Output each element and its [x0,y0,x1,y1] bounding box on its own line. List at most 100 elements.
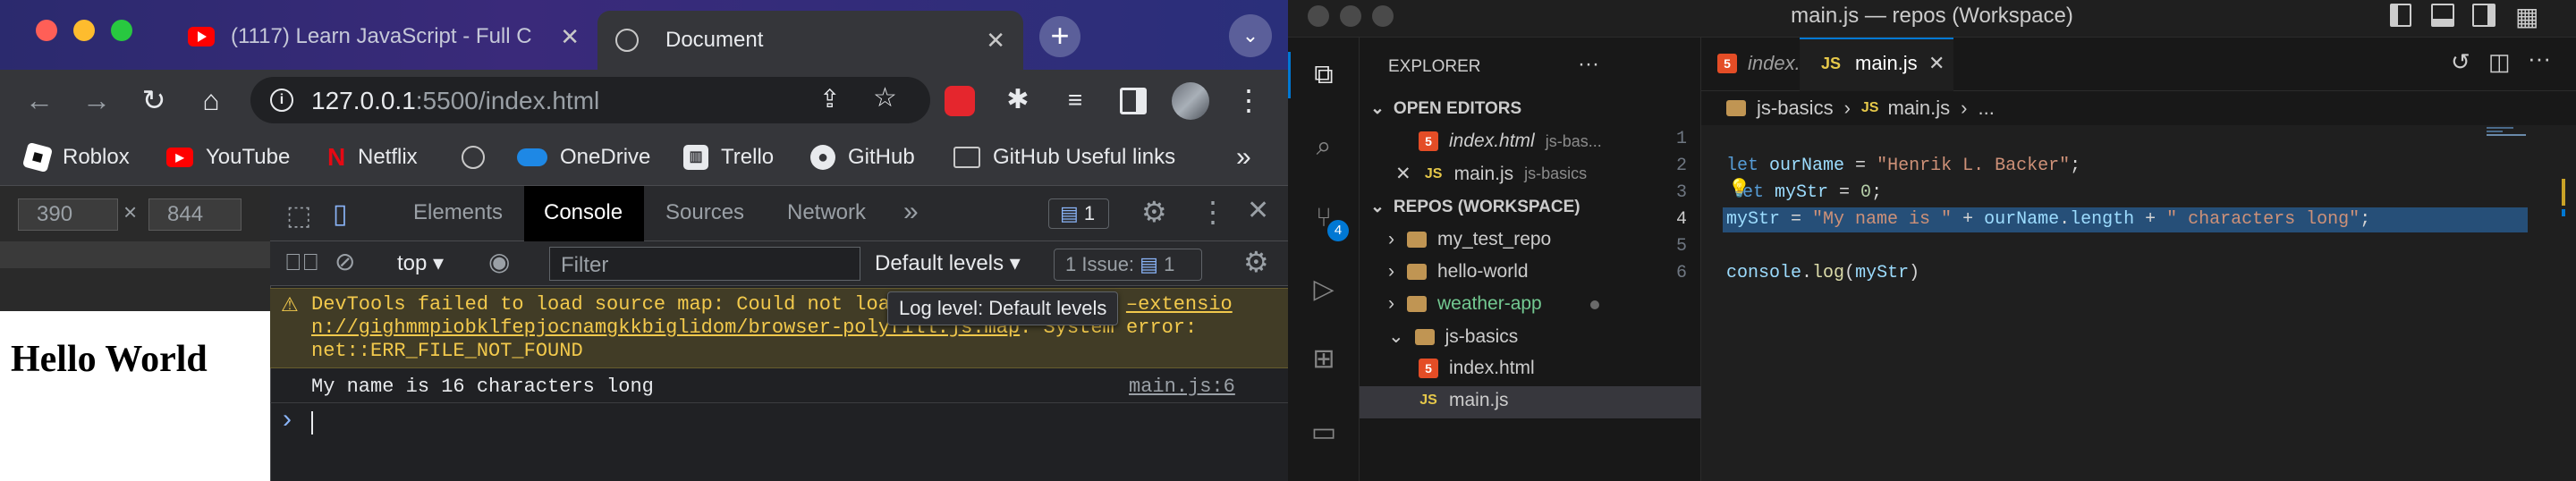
folder-hello-world[interactable]: › hello-world [1388,261,1529,283]
close-tab-icon[interactable]: ✕ [560,23,580,51]
reload-icon[interactable]: ↻ [136,80,172,120]
maximize-window-button[interactable] [111,20,132,41]
console-prompt-icon: › [283,404,292,434]
extensions-icon[interactable]: ⊞ [1302,338,1345,381]
new-tab-button[interactable]: + [1039,16,1080,57]
forward-icon[interactable]: → [79,80,114,120]
bookmark-roblox[interactable]: ■ Roblox [21,141,130,173]
close-tab-icon[interactable]: ✕ [986,27,1005,55]
tab-console[interactable]: Console [544,200,623,225]
code-line-4: myStr = "My name is " + ourName.length +… [1726,209,2370,230]
adblock-extension-icon[interactable] [945,86,975,116]
address-bar[interactable]: i 127.0.0.1:5500/index.html ⇪ ☆ [250,77,930,123]
toggle-sidebar-icon[interactable] [2390,4,2411,27]
remote-explorer-icon[interactable]: ▭ [1302,411,1345,454]
code-token: "Henrik L. Backer" [1866,156,2071,176]
back-icon[interactable]: ← [21,80,57,120]
open-editors-section[interactable]: ⌄ OPEN EDITORS [1370,98,1521,119]
open-editor-main-js[interactable]: ✕ JS main.js js-basics [1395,163,1587,185]
context-select[interactable]: top ▾ [397,250,444,276]
log-levels-select[interactable]: Default levels ▾ [875,250,1021,276]
tab-title: Document [665,28,764,52]
bookmark-trello[interactable]: ▥ Trello [683,141,774,173]
tab-document[interactable]: Document ✕ [597,11,1023,70]
tab-elements[interactable]: Elements [413,200,503,225]
avatar[interactable] [1172,82,1209,120]
viewport-height-input[interactable]: 844 [148,198,242,231]
sidebar-toggle-icon[interactable]: ▶⃞ [284,249,319,276]
editor-more-icon[interactable]: ··· [2528,45,2551,72]
console-input-caret[interactable] [311,411,313,435]
extensions-puzzle-icon[interactable]: ✱ [1000,80,1036,120]
folder-my-test-repo[interactable]: › my_test_repo [1388,229,1551,250]
active-indicator [1288,52,1291,98]
file-main-js[interactable]: JS main.js [1419,390,1508,411]
code-token: log [1812,263,1845,283]
code-token: = [1780,209,1813,230]
device-toolbar-icon[interactable]: ▯ [333,198,348,230]
folder-icon [1726,100,1746,116]
menu-dots-icon[interactable]: ⋮ [1231,80,1267,120]
trello-icon: ▥ [683,145,708,170]
customize-layout-icon[interactable]: ▦ [2515,2,2538,31]
explorer-more-actions[interactable]: ··· [1578,52,1599,77]
tab-network[interactable]: Network [787,200,866,225]
toggle-secondary-sidebar-icon[interactable] [2472,4,2496,27]
message-icon: ▤ [1060,202,1079,224]
tab-sources[interactable]: Sources [665,200,744,225]
toggle-panel-icon[interactable] [2431,4,2454,27]
explorer-files-icon[interactable]: ⧉ [1302,54,1345,97]
folder-js-basics[interactable]: ⌄ js-basics [1388,325,1518,348]
search-icon[interactable]: ⌕ [1302,125,1345,168]
chevron-down-icon: ⌄ [1370,99,1385,118]
media-queue-icon[interactable]: ≡ [1057,80,1093,120]
netflix-icon: N [327,143,346,171]
log-source-link[interactable]: main.js:6 [1129,376,1235,398]
messages-badge[interactable]: ▤ 1 [1048,198,1109,229]
minimize-window-button[interactable] [73,20,95,41]
bookmark-github-useful-links[interactable]: GitHub Useful links [953,141,1175,173]
close-window-button[interactable] [36,20,57,41]
github-icon: ● [810,145,835,170]
filter-input[interactable]: Filter [549,247,860,281]
timeline-icon[interactable]: ↺ [2451,48,2470,76]
close-tab-icon[interactable]: ✕ [1928,52,1945,75]
code-line-3: et myStr = 0; [1742,182,1882,203]
onedrive-cloud-icon [517,148,547,166]
close-editor-icon[interactable]: ✕ [1395,163,1411,185]
open-editor-index-html[interactable]: 5 index.html js-bas... [1419,131,1602,152]
youtube-icon [188,27,215,46]
viewport-width-input[interactable]: 390 [18,198,118,231]
share-icon[interactable]: ⇪ [819,84,840,114]
bookmark-youtube[interactable]: ▶ YouTube [166,141,290,173]
side-panel-icon[interactable] [1120,88,1147,114]
code-token: ; [1871,182,1883,203]
tab-search-button[interactable]: ⌄ [1229,14,1272,57]
bookmark-star-icon[interactable]: ☆ [873,82,897,114]
more-bookmarks-button[interactable]: » [1236,141,1251,173]
file-index-html[interactable]: 5 index.html [1419,358,1535,379]
run-debug-icon[interactable]: ▷ [1302,268,1345,311]
home-icon[interactable]: ⌂ [193,80,229,120]
clear-console-icon[interactable]: ⊘ [335,247,355,276]
bookmark-netflix[interactable]: N Netflix [327,141,418,173]
inspect-element-icon[interactable]: ⬚ [286,200,311,232]
editor-tab-main-js[interactable]: JS main.js ✕ [1800,38,1953,91]
bookmark-globe[interactable] [462,141,497,173]
split-editor-icon[interactable]: ◫ [2488,48,2511,76]
bookmark-github[interactable]: ● GitHub [810,141,915,173]
folder-weather-app[interactable]: › weather-app [1388,293,1542,315]
close-devtools-icon[interactable]: ✕ [1247,195,1269,226]
workspace-section[interactable]: ⌄ REPOS (WORKSPACE) [1370,197,1580,217]
devtools-menu-icon[interactable]: ⋮ [1199,195,1227,229]
minimap[interactable] [2487,125,2540,138]
eye-icon[interactable]: ◉ [488,247,510,276]
bookmark-onedrive[interactable]: OneDrive [517,141,650,173]
editor-body[interactable] [1701,125,2576,481]
page-heading: Hello World [11,339,208,380]
tab-youtube[interactable]: (1117) Learn JavaScript - Full C ✕ [170,11,597,63]
issues-button[interactable]: 1 Issue: ▤ 1 [1054,249,1202,281]
settings-gear-icon[interactable]: ⚙ [1141,195,1167,229]
more-tabs-button[interactable]: » [903,197,919,227]
console-settings-gear-icon[interactable]: ⚙ [1243,245,1269,279]
